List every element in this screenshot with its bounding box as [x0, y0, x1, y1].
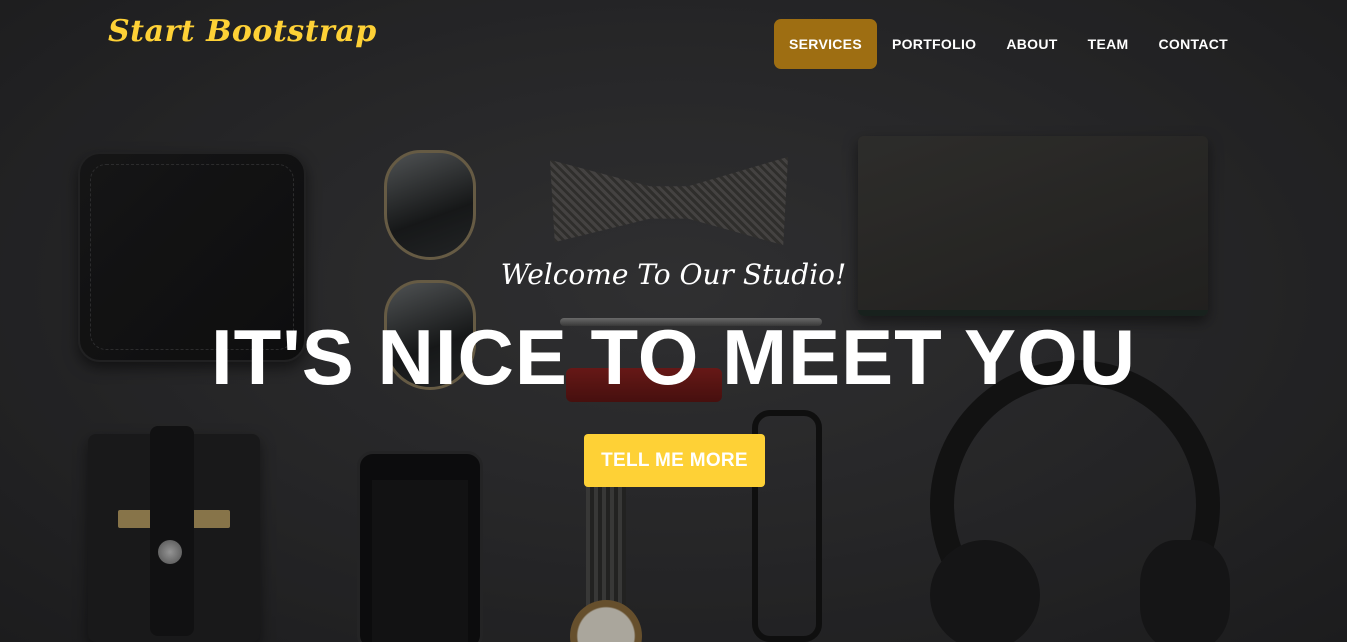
nav-item-team[interactable]: TEAM — [1073, 19, 1144, 69]
main-nav: SERVICES PORTFOLIO ABOUT TEAM CONTACT — [774, 19, 1243, 69]
nav-item-contact[interactable]: CONTACT — [1144, 19, 1244, 69]
hero-lead-in: Welcome To Our Studio! — [500, 258, 847, 291]
brand-logo[interactable]: Start Bootstrap — [108, 14, 377, 49]
tell-me-more-button[interactable]: TELL ME MORE — [584, 434, 765, 487]
nav-item-services[interactable]: SERVICES — [774, 19, 877, 69]
nav-item-about[interactable]: ABOUT — [991, 19, 1072, 69]
hero-heading: IT'S NICE TO MEET YOU — [210, 313, 1137, 401]
nav-item-portfolio[interactable]: PORTFOLIO — [877, 19, 991, 69]
